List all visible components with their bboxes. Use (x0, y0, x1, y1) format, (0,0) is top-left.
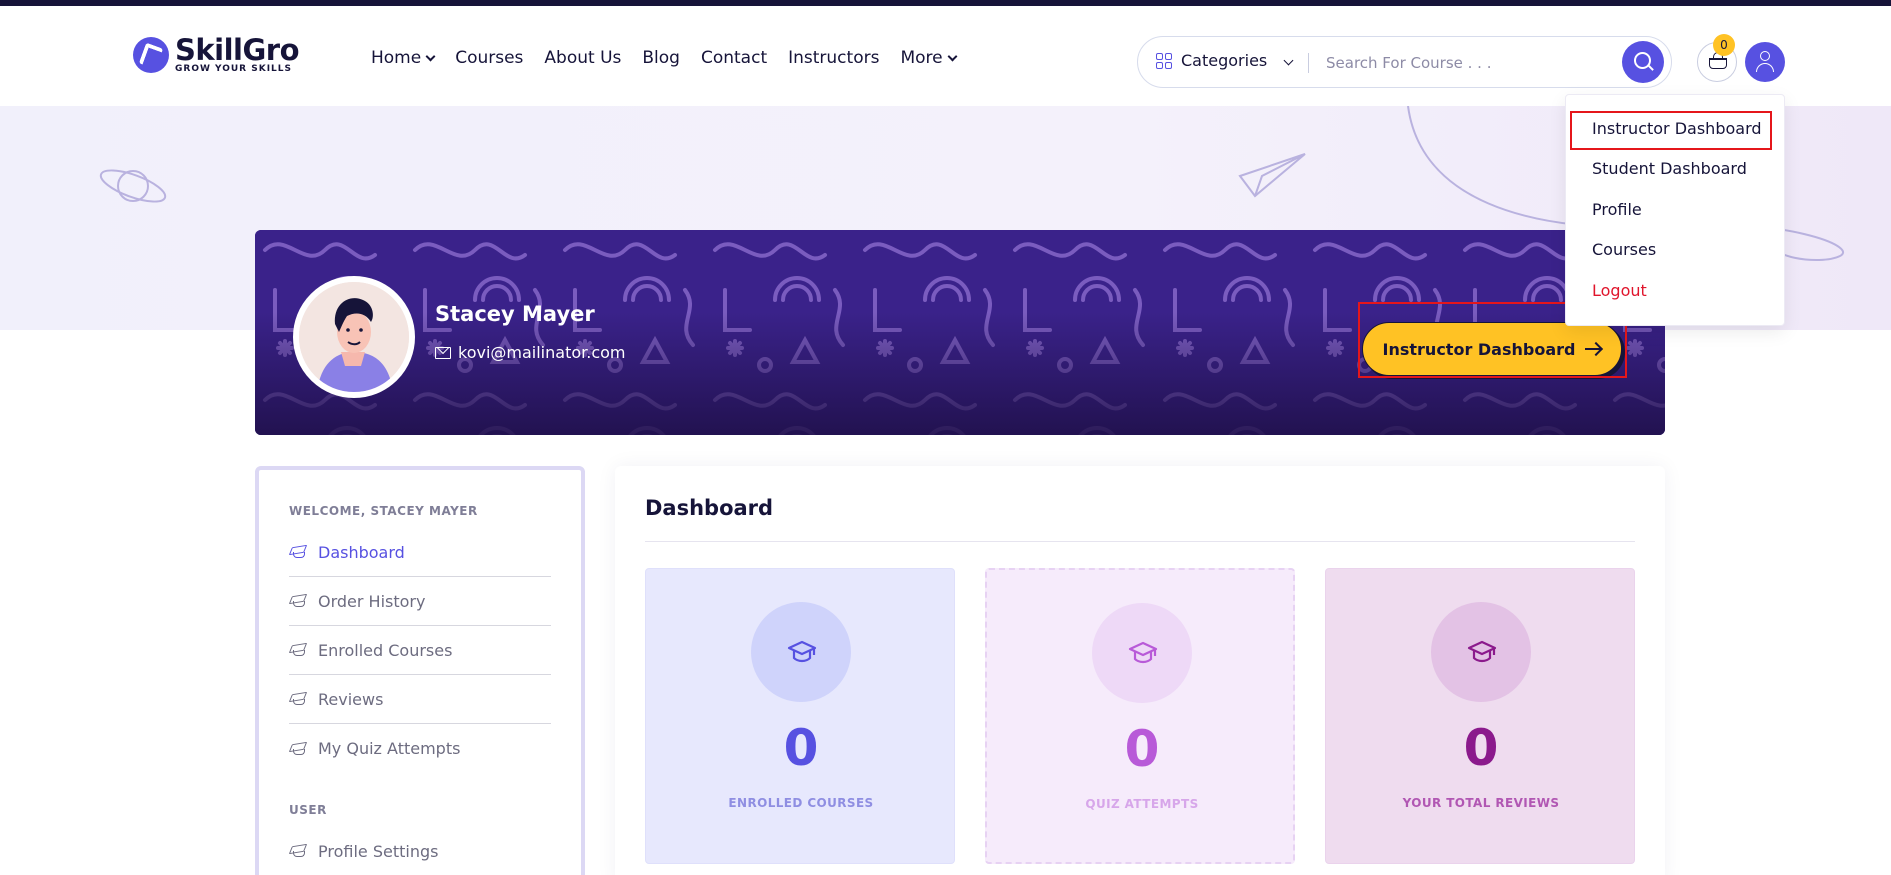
cart-count-badge: 0 (1713, 34, 1735, 56)
nav-item-home[interactable]: Home (371, 48, 436, 68)
chevron-down-icon (425, 51, 436, 61)
site-header: SkillGro GROW YOUR SKILLS Home Courses A… (0, 6, 1891, 106)
menu-item-student-dashboard[interactable]: Student Dashboard (1592, 159, 1747, 178)
avatar-illustration (299, 282, 409, 392)
grid-icon (1156, 52, 1172, 69)
sidebar-item-order-history[interactable]: Order History (289, 577, 551, 626)
menu-item-logout[interactable]: Logout (1592, 281, 1647, 300)
profile-name: Stacey Mayer (435, 302, 595, 326)
sidebar-item-reviews[interactable]: Reviews (289, 675, 551, 724)
nav-item-blog[interactable]: Blog (642, 48, 680, 68)
stat-value: 0 (1463, 719, 1499, 777)
user-account-button[interactable] (1745, 42, 1785, 82)
chevron-down-icon (947, 51, 958, 61)
graduation-cap-icon (1467, 640, 1497, 663)
brand-logo[interactable]: SkillGro GROW YOUR SKILLS (133, 33, 300, 74)
sidebar-welcome-heading: WELCOME, STACEY MAYER (289, 504, 478, 518)
mail-icon (435, 346, 451, 359)
sidebar-item-enrolled-courses[interactable]: Enrolled Courses (289, 626, 551, 675)
graduation-cap-icon (289, 643, 307, 657)
divider (1308, 53, 1309, 73)
search-button[interactable] (1622, 41, 1664, 83)
menu-item-courses[interactable]: Courses (1592, 240, 1656, 259)
profile-email: kovi@mailinator.com (435, 343, 626, 362)
sidebar-item-dashboard[interactable]: Dashboard (289, 528, 551, 577)
graduation-cap-icon (289, 545, 307, 559)
stat-card-total-reviews: 0 YOUR TOTAL REVIEWS (1325, 568, 1635, 864)
dropdown-notch (1752, 82, 1772, 94)
highlight-box-menu-item (1570, 111, 1772, 150)
stat-label: ENROLLED COURSES (728, 796, 874, 810)
dashboard-sidebar: WELCOME, STACEY MAYER Dashboard Order Hi… (255, 466, 585, 875)
sidebar-item-my-quiz-attempts[interactable]: My Quiz Attempts (289, 724, 551, 773)
sidebar-user-heading: USER (289, 803, 327, 817)
brand-tagline: GROW YOUR SKILLS (175, 64, 293, 74)
graduation-cap-icon (289, 742, 307, 756)
sidebar-item-profile-settings[interactable]: Profile Settings (289, 827, 551, 875)
stat-card-quiz-attempts: 0 QUIZ ATTEMPTS (985, 568, 1295, 864)
nav-item-about-us[interactable]: About Us (544, 48, 621, 68)
stat-value: 0 (783, 719, 819, 777)
nav-item-more[interactable]: More (900, 48, 958, 68)
graduation-cap-icon (787, 640, 817, 663)
divider (645, 541, 1635, 542)
course-search-bar: Categories (1137, 36, 1672, 88)
menu-item-profile[interactable]: Profile (1592, 200, 1642, 219)
search-input[interactable] (1326, 49, 1606, 77)
graduation-cap-icon (289, 844, 307, 858)
categories-select[interactable]: Categories (1156, 51, 1267, 70)
nav-item-courses[interactable]: Courses (455, 48, 523, 68)
page-title: Dashboard (645, 496, 774, 520)
main-nav: Home Courses About Us Blog Contact Instr… (371, 48, 977, 68)
logo-icon (133, 37, 169, 73)
stat-label: YOUR TOTAL REVIEWS (1402, 796, 1560, 810)
brand-name: SkillGro (175, 33, 300, 67)
user-icon (1760, 51, 1770, 61)
nav-item-instructors[interactable]: Instructors (788, 48, 879, 68)
graduation-cap-icon (289, 692, 307, 706)
stat-card-enrolled-courses: 0 ENROLLED COURSES (645, 568, 955, 864)
dashboard-card: Dashboard 0 ENROLLED COURSES 0 QUIZ ATTE… (615, 466, 1665, 875)
stat-value: 0 (1124, 720, 1160, 778)
graduation-cap-icon (1128, 641, 1158, 664)
graduation-cap-icon (289, 594, 307, 608)
nav-item-contact[interactable]: Contact (701, 48, 767, 68)
stat-label: QUIZ ATTEMPTS (1085, 797, 1199, 811)
chevron-down-icon[interactable] (1283, 55, 1294, 66)
avatar (293, 276, 415, 398)
